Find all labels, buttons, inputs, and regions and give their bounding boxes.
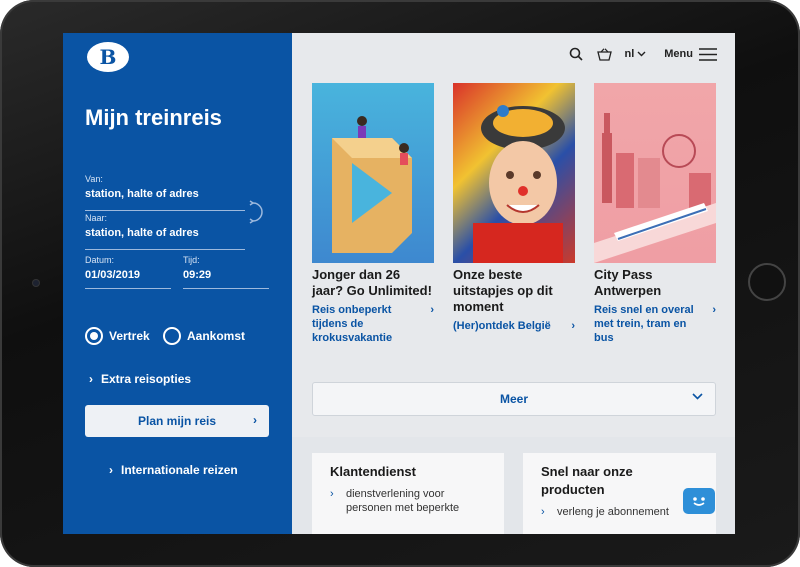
chevron-right-icon: › — [430, 304, 434, 316]
promo-image-antwerp-city[interactable] — [594, 83, 716, 263]
products-title: Snel naar onze producten — [541, 464, 633, 497]
radio-arrival-label: Aankomst — [187, 329, 246, 343]
hamburger-icon — [699, 47, 717, 61]
list-item-label: verleng je abonnement — [557, 506, 669, 518]
extra-options-link[interactable]: › Extra reisopties — [89, 372, 191, 386]
planner-title: Mijn treinreis — [85, 105, 222, 130]
more-button[interactable]: Meer — [312, 382, 716, 416]
swap-stations-icon[interactable] — [247, 200, 263, 224]
promo-link[interactable]: (Her)ontdek België › — [453, 319, 575, 333]
list-item[interactable]: › verleng je abonnement — [541, 505, 698, 519]
plan-journey-label: Plan mijn reis — [137, 414, 217, 428]
date-underline — [85, 288, 171, 289]
chevron-right-icon: › — [89, 372, 93, 386]
promo-card[interactable]: City Pass Antwerpen Reis snel en overal … — [594, 83, 716, 345]
radio-arrival[interactable]: Aankomst — [163, 327, 245, 345]
language-selector[interactable]: nl — [624, 48, 646, 60]
date-input[interactable]: 01/03/2019 — [85, 269, 171, 281]
promo-image-go-unlimited[interactable] — [312, 83, 434, 263]
to-input[interactable]: station, halte of adres — [85, 227, 245, 239]
chat-bot-button[interactable] — [683, 488, 715, 514]
chevron-right-icon: › — [253, 413, 257, 427]
search-icon[interactable] — [568, 46, 584, 62]
time-input[interactable]: 09:29 — [183, 269, 269, 281]
chevron-down-icon — [692, 393, 703, 400]
promo-title[interactable]: City Pass Antwerpen — [594, 267, 716, 299]
promo-card[interactable]: Onze beste uitstapjes op dit moment (Her… — [453, 83, 575, 333]
language-label: nl — [624, 48, 635, 60]
time-label: Tijd: — [183, 255, 200, 265]
promo-title[interactable]: Jonger dan 26 jaar? Go Unlimited! — [312, 267, 434, 299]
promo-link[interactable]: Reis snel en overal met trein, tram en b… — [594, 303, 716, 345]
extra-options-label: Extra reisopties — [101, 372, 192, 386]
home-button[interactable] — [748, 263, 786, 301]
from-input[interactable]: station, halte of adres — [85, 188, 245, 200]
international-travel-link[interactable]: › Internationale reizen — [109, 463, 238, 477]
tablet-frame: B Mijn treinreis Van: station, halte of … — [0, 0, 800, 567]
journey-planner-panel: B Mijn treinreis Van: station, halte of … — [63, 33, 292, 534]
chevron-right-icon: › — [330, 488, 334, 500]
time-underline — [183, 288, 269, 289]
radio-arrival-circle[interactable] — [163, 327, 181, 345]
to-label: Naar: — [85, 213, 108, 223]
chevron-down-icon — [637, 51, 646, 57]
chevron-right-icon: › — [712, 304, 716, 316]
international-travel-label: Internationale reizen — [121, 463, 238, 477]
to-underline — [85, 249, 245, 250]
chat-bot-icon — [693, 497, 705, 506]
plan-journey-button[interactable]: Plan mijn reis › — [85, 405, 269, 437]
time-field[interactable]: Tijd: 09:29 — [183, 255, 269, 289]
list-item-label: dienstverlening voor personen met beperk… — [346, 488, 460, 514]
promo-link[interactable]: Reis onbeperkt tijdens de krokusvakantie… — [312, 303, 434, 345]
radio-selected-dot — [90, 332, 98, 340]
chevron-right-icon: › — [109, 463, 113, 477]
radio-departure-circle[interactable] — [85, 327, 103, 345]
front-camera — [32, 279, 40, 287]
date-field[interactable]: Datum: 01/03/2019 — [85, 255, 171, 289]
promo-link-label: Reis onbeperkt tijdens de krokusvakantie — [312, 304, 393, 344]
menu-label: Menu — [664, 48, 693, 60]
top-navigation: nl Menu — [292, 33, 735, 75]
logo-letter: B — [99, 45, 117, 69]
chevron-right-icon: › — [541, 506, 545, 518]
promo-image-carnival-child[interactable] — [453, 83, 575, 263]
promo-link-label: Reis snel en overal met trein, tram en b… — [594, 304, 694, 344]
radio-departure[interactable]: Vertrek — [85, 327, 150, 345]
promo-link-label: (Her)ontdek België — [453, 320, 551, 332]
promo-title[interactable]: Onze beste uitstapjes op dit moment — [453, 267, 575, 315]
from-label: Van: — [85, 174, 103, 184]
from-underline — [85, 210, 245, 211]
customer-service-box: Klantendienst › dienstverlening voor per… — [312, 453, 504, 534]
customer-service-title: Klantendienst — [330, 464, 416, 479]
date-label: Datum: — [85, 255, 115, 265]
basket-icon[interactable] — [596, 46, 612, 62]
from-field[interactable]: Van: station, halte of adres — [85, 174, 245, 211]
menu-button[interactable]: Menu — [664, 47, 717, 61]
radio-departure-label: Vertrek — [109, 329, 150, 343]
brand-logo[interactable]: B — [87, 42, 129, 72]
promo-card[interactable]: Jonger dan 26 jaar? Go Unlimited! Reis o… — [312, 83, 434, 345]
screen: B Mijn treinreis Van: station, halte of … — [63, 33, 735, 534]
list-item[interactable]: › dienstverlening voor personen met bepe… — [330, 487, 486, 515]
to-field[interactable]: Naar: station, halte of adres — [85, 213, 245, 250]
chevron-right-icon: › — [571, 320, 575, 332]
more-button-label: Meer — [499, 392, 528, 406]
